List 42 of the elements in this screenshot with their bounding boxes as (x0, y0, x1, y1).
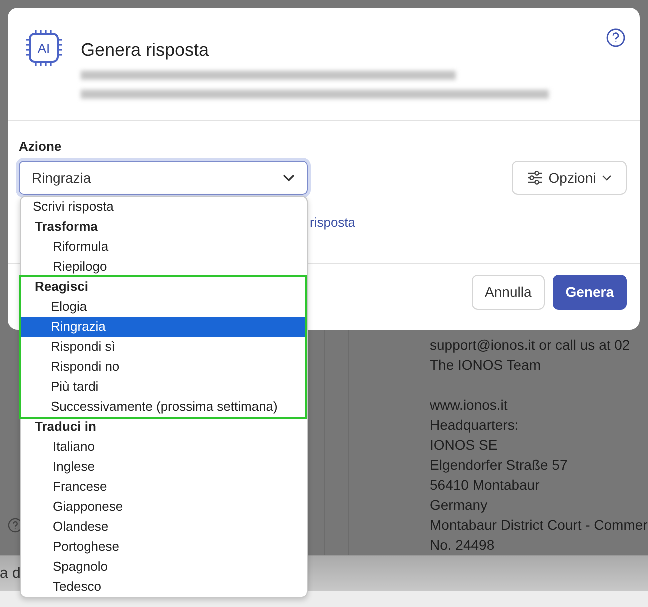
menu-item[interactable]: Rispondi no (21, 357, 305, 377)
sliders-icon (526, 171, 543, 185)
menu-item[interactable]: Riformula (21, 237, 307, 257)
menu-item[interactable]: Rispondi sì (21, 337, 305, 357)
menu-item[interactable]: Elogia (21, 297, 305, 317)
menu-item[interactable]: Ringrazia (21, 317, 305, 337)
cancel-button[interactable]: Annulla (472, 274, 545, 310)
menu-item[interactable]: Portoghese (21, 537, 307, 557)
menu-item[interactable]: Successivamente (prossima settimana) (21, 397, 305, 417)
footer-text: a d (0, 564, 21, 582)
menu-item[interactable]: Più tardi (21, 377, 305, 397)
link[interactable]: risposta (310, 215, 356, 230)
menu-item[interactable]: Riepilogo (21, 257, 307, 277)
email-text: support@ionos.it or call us at 02 (430, 336, 632, 356)
email-text: The IONOS Team (430, 356, 542, 376)
action-select[interactable]: Ringrazia (19, 161, 308, 195)
signature-text: www.ionos.it (430, 396, 509, 416)
menu-item[interactable]: Inglese (21, 457, 307, 477)
group-header: Reagisci (34, 278, 90, 296)
signature-text: 56410 Montabaur (430, 476, 541, 496)
menu-item[interactable]: Olandese (21, 517, 307, 537)
chevron-icon (283, 174, 295, 182)
menu-item[interactable]: Italiano (21, 437, 307, 457)
menu-item[interactable]: Giapponese (21, 497, 307, 517)
field-label: Azione (19, 139, 62, 154)
signature-text: IONOS SE (430, 436, 499, 456)
menu-item[interactable]: Francese (21, 477, 307, 497)
generate-button[interactable]: Genera (552, 274, 627, 310)
group-header: Trasforma (34, 218, 99, 236)
signature-text: Headquarters: (430, 416, 520, 436)
signature-text: Germany (430, 496, 489, 516)
menu-item[interactable]: Scrivi risposta (21, 197, 307, 217)
chevron-icon (602, 175, 612, 181)
options-button[interactable]: Opzioni (512, 161, 627, 195)
help-icon[interactable] (606, 28, 626, 48)
menu-item[interactable]: Tedesco (21, 577, 307, 597)
group-header: Traduci in (34, 418, 98, 436)
dialog-title: Genera risposta (81, 40, 210, 61)
signature-text: Elgendorfer Straße 57 (430, 456, 569, 476)
menu-item[interactable]: Spagnolo (21, 557, 307, 577)
signature-text: No. 24498 (430, 536, 496, 556)
signature-text: Montabaur District Court - Commer (430, 516, 648, 536)
